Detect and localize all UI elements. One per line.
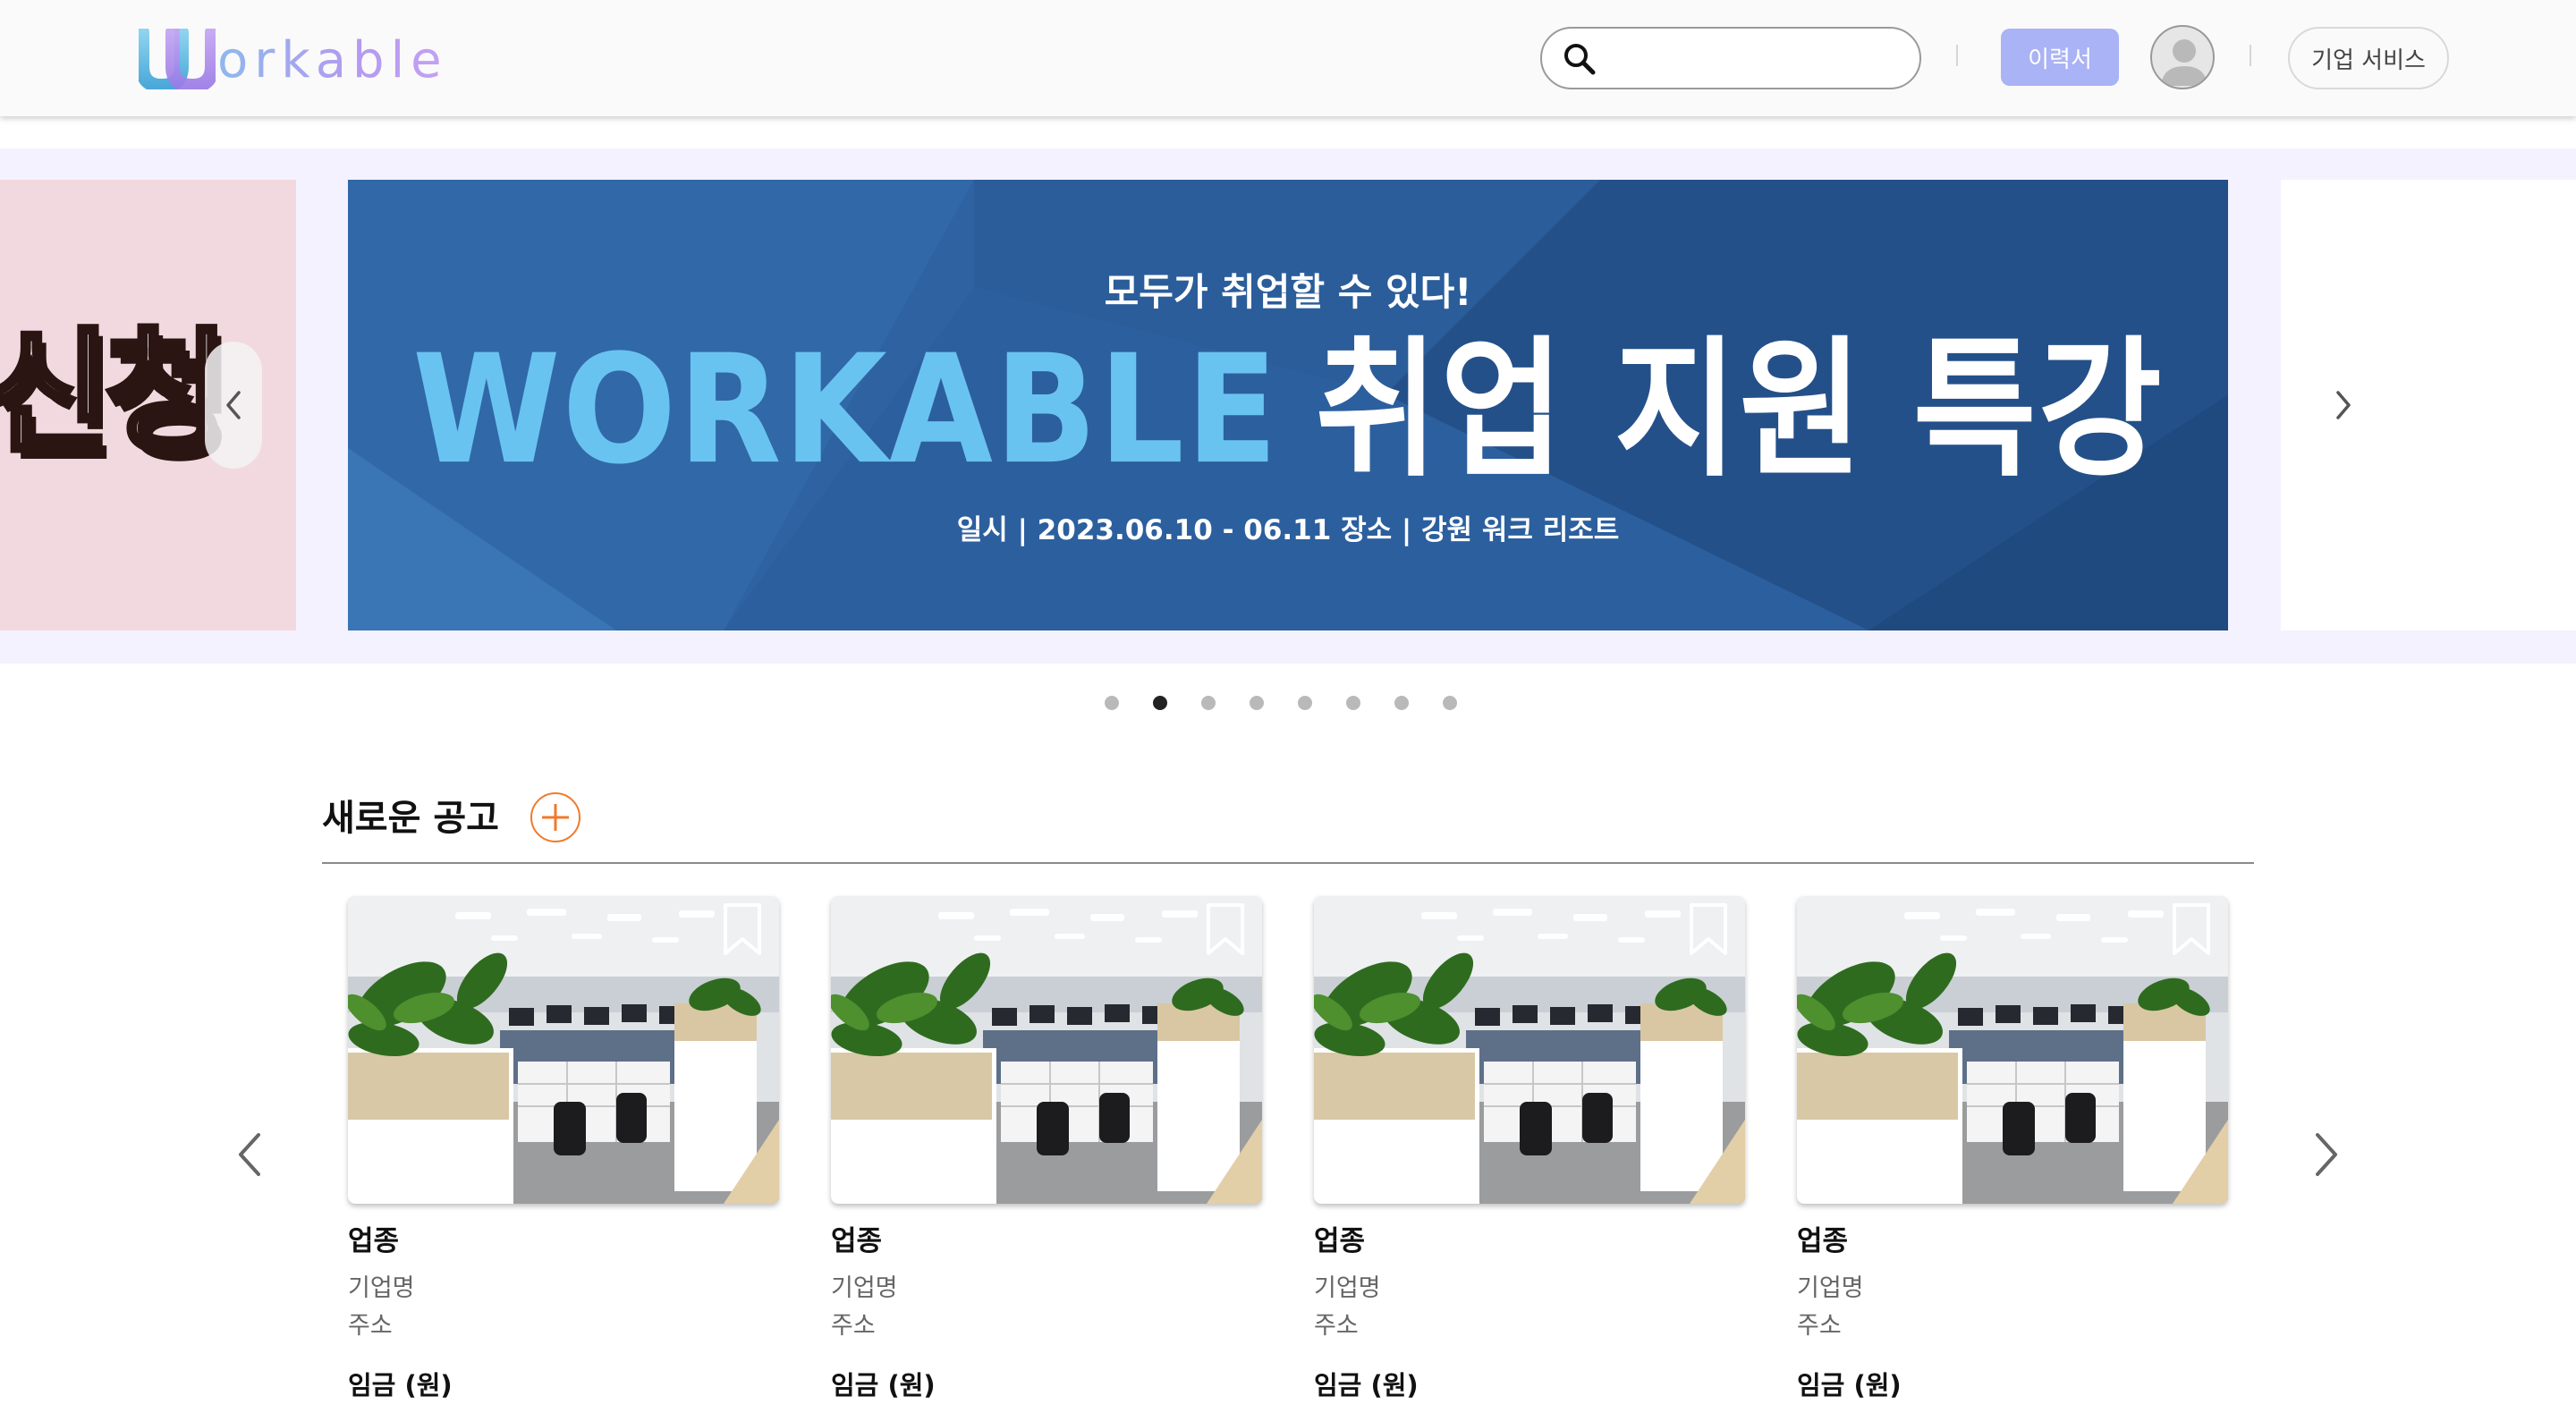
carousel-dot[interactable] (1394, 696, 1409, 710)
job-card-industry: 업종 (1314, 1225, 1366, 1257)
user-avatar-icon[interactable] (2150, 25, 2215, 89)
banner-next-button[interactable] (2315, 342, 2372, 469)
job-card-company: 기업명 (1797, 1274, 1864, 1302)
job-card-wage: 임금 (원) (1314, 1370, 1419, 1400)
plus-icon (542, 804, 569, 831)
header-divider (1956, 45, 1958, 66)
banner-headline-brand: WORKABLE (412, 323, 1280, 498)
job-card[interactable]: 업종 기업명 주소 임금 (원) (831, 896, 1262, 1413)
job-card-address: 주소 (831, 1312, 876, 1340)
banner-headline-text: 취업 지원 특강 (1315, 323, 2164, 498)
office-photo (1797, 896, 2228, 1204)
top-navigation-bar: orkable 이력서 기업 서비스 (0, 0, 2576, 116)
carousel-dot[interactable] (1298, 696, 1312, 710)
banner-prev-button[interactable] (205, 342, 262, 469)
job-card[interactable]: 업종 기업명 주소 임금 (원) (1314, 896, 1745, 1413)
job-card-image[interactable] (1314, 896, 1745, 1204)
corporate-service-button[interactable]: 기업 서비스 (2288, 27, 2449, 89)
job-card-industry: 업종 (1797, 1225, 1849, 1257)
job-card-industry: 업종 (348, 1225, 400, 1257)
search-box[interactable] (1540, 27, 1921, 89)
job-card-company: 기업명 (831, 1274, 898, 1302)
carousel-dot[interactable] (1250, 696, 1264, 710)
section-title: 새로운 공고 (322, 798, 499, 839)
banner-kicker: 모두가 취업할 수 있다! (1104, 270, 1472, 314)
job-card-address: 주소 (1314, 1312, 1359, 1340)
chevron-right-icon (2316, 1133, 2337, 1176)
office-photo (831, 896, 1262, 1204)
header-divider (2250, 45, 2251, 66)
office-photo (1314, 896, 1745, 1204)
bookmark-icon[interactable] (2169, 901, 2214, 959)
bookmark-icon[interactable] (720, 901, 765, 959)
job-card-wage: 임금 (원) (348, 1370, 453, 1400)
banner-slide-active[interactable]: 모두가 취업할 수 있다! WORKABLE 취업 지원 특강 일시 | 2023… (348, 180, 2228, 630)
job-card-image[interactable] (1797, 896, 2228, 1204)
carousel-dot[interactable] (1105, 696, 1119, 710)
workable-w-logo-icon (139, 29, 216, 89)
job-card-image[interactable] (348, 896, 779, 1204)
job-card[interactable]: 업종 기업명 주소 임금 (원) (1797, 896, 2228, 1413)
job-card-company: 기업명 (348, 1274, 415, 1302)
workable-logo[interactable]: orkable (139, 25, 448, 89)
listings-prev-button[interactable] (227, 1123, 272, 1186)
see-more-button[interactable] (530, 792, 580, 842)
search-input[interactable] (1612, 38, 1898, 79)
search-icon[interactable] (1562, 41, 1597, 77)
previous-slide-text: 신청 (0, 314, 233, 476)
carousel-dot[interactable] (1346, 696, 1360, 710)
office-photo (348, 896, 779, 1204)
carousel-dot[interactable] (1153, 696, 1167, 710)
job-card-image[interactable] (831, 896, 1262, 1204)
page: orkable 이력서 기업 서비스 신청 모두가 취업할 수 있다! WORK… (0, 0, 2576, 1413)
section-divider (322, 862, 2254, 864)
avatar-silhouette (2161, 39, 2207, 86)
resume-button[interactable]: 이력서 (2001, 29, 2119, 86)
job-card-industry: 업종 (831, 1225, 883, 1257)
bookmark-icon[interactable] (1203, 901, 1248, 959)
job-card-company: 기업명 (1314, 1274, 1381, 1302)
listings-next-button[interactable] (2304, 1123, 2349, 1186)
carousel-dot[interactable] (1443, 696, 1457, 710)
job-card-wage: 임금 (원) (831, 1370, 936, 1400)
banner-headline: WORKABLE 취업 지원 특강 (348, 324, 2228, 498)
chevron-left-icon (239, 1133, 260, 1176)
logo-text: orkable (217, 31, 448, 89)
chevron-right-icon (2336, 391, 2351, 419)
job-card-wage: 임금 (원) (1797, 1370, 1902, 1400)
carousel-pagination (1105, 694, 1457, 712)
bookmark-icon[interactable] (1686, 901, 1731, 959)
chevron-left-icon (226, 391, 241, 419)
job-card[interactable]: 업종 기업명 주소 임금 (원) (348, 896, 779, 1413)
banner-event-details: 일시 | 2023.06.10 - 06.11 장소 | 강원 워크 리조트 (956, 514, 1620, 546)
job-card-address: 주소 (1797, 1312, 1842, 1340)
carousel-dot[interactable] (1201, 696, 1216, 710)
job-card-address: 주소 (348, 1312, 393, 1340)
